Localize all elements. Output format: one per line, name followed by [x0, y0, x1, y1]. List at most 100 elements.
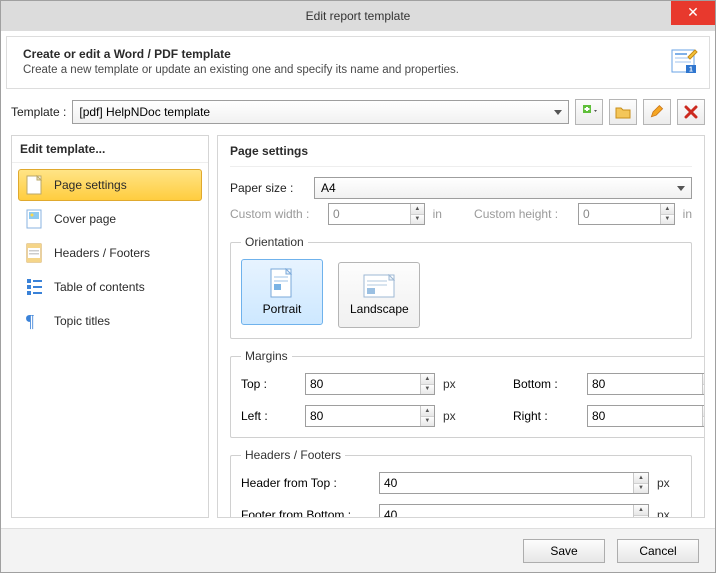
custom-width-input: ▲▼	[328, 203, 425, 225]
sidebar-item-label: Table of contents	[54, 280, 145, 294]
step-up-icon[interactable]: ▲	[703, 374, 705, 385]
margin-left-input[interactable]: ▲▼	[305, 405, 435, 427]
headers-footers-icon	[26, 243, 44, 263]
template-row: Template : [pdf] HelpNDoc template	[1, 89, 715, 131]
margin-top-label: Top :	[241, 377, 297, 391]
sidebar-item-cover-page[interactable]: Cover page	[18, 203, 202, 235]
custom-height-input: ▲▼	[578, 203, 675, 225]
paper-size-row: Paper size : A4	[230, 177, 692, 199]
sidebar-list: Page settings Cover page Headers / Foote…	[12, 163, 208, 343]
header-title: Create or edit a Word / PDF template	[23, 47, 693, 61]
header-from-top-label: Header from Top :	[241, 476, 371, 490]
delete-button[interactable]	[677, 99, 705, 125]
cancel-button[interactable]: Cancel	[617, 539, 699, 563]
step-down-icon[interactable]: ▼	[703, 385, 705, 395]
sidebar-item-label: Cover page	[54, 212, 116, 226]
unit-in: in	[433, 207, 442, 221]
title-bar: Edit report template ✕	[1, 1, 715, 31]
template-value: [pdf] HelpNDoc template	[79, 105, 210, 119]
orientation-group: Orientation Portrait Landscape	[230, 235, 692, 339]
unit-in: in	[683, 207, 692, 221]
custom-width-label: Custom width :	[230, 207, 320, 221]
step-up-icon: ▲	[661, 204, 674, 215]
window-title: Edit report template	[306, 9, 411, 23]
step-down-icon[interactable]: ▼	[634, 484, 648, 494]
sidebar-item-headers-footers[interactable]: Headers / Footers	[18, 237, 202, 269]
step-up-icon[interactable]: ▲	[421, 406, 434, 417]
margin-bottom-field[interactable]	[588, 374, 702, 394]
sidebar-item-toc[interactable]: Table of contents	[18, 271, 202, 303]
svg-text:1: 1	[689, 67, 693, 74]
custom-width-field	[329, 204, 410, 224]
sidebar-item-label: Topic titles	[54, 314, 110, 328]
custom-height-field	[579, 204, 660, 224]
sidebar-title: Edit template...	[12, 136, 208, 163]
paragraph-icon: ¶	[26, 311, 44, 331]
margin-left-label: Left :	[241, 409, 297, 423]
open-folder-button[interactable]	[609, 99, 637, 125]
orientation-legend: Orientation	[241, 235, 308, 249]
template-label: Template :	[11, 105, 66, 119]
paper-size-select[interactable]: A4	[314, 177, 692, 199]
footer-from-bottom-field[interactable]	[380, 505, 633, 518]
unit-px: px	[657, 476, 681, 490]
new-template-button[interactable]	[575, 99, 603, 125]
sidebar-item-label: Page settings	[54, 178, 127, 192]
template-select[interactable]: [pdf] HelpNDoc template	[72, 100, 569, 124]
save-button[interactable]: Save	[523, 539, 605, 563]
main-panel: Page settings Paper size : A4 Custom wid…	[217, 135, 705, 518]
portrait-button[interactable]: Portrait	[241, 259, 323, 325]
header-from-top-input[interactable]: ▲▼	[379, 472, 649, 494]
main-title: Page settings	[230, 142, 692, 167]
step-down-icon: ▼	[411, 215, 424, 225]
landscape-label: Landscape	[350, 302, 409, 316]
step-up-icon[interactable]: ▲	[421, 374, 434, 385]
portrait-label: Portrait	[263, 302, 302, 316]
header-from-top-field[interactable]	[380, 473, 633, 493]
margin-right-label: Right :	[513, 409, 579, 423]
content-area: Edit template... Page settings Cover pag…	[1, 131, 715, 528]
dialog-window: Edit report template ✕ Create or edit a …	[0, 0, 716, 573]
margin-right-input[interactable]: ▲▼	[587, 405, 705, 427]
step-up-icon[interactable]: ▲	[703, 406, 705, 417]
cover-page-icon	[26, 209, 44, 229]
step-down-icon[interactable]: ▼	[421, 417, 434, 427]
margin-bottom-input[interactable]: ▲▼	[587, 373, 705, 395]
close-button[interactable]: ✕	[671, 1, 715, 25]
margin-bottom-label: Bottom :	[513, 377, 579, 391]
margin-top-field[interactable]	[306, 374, 420, 394]
toc-icon	[26, 277, 44, 297]
sidebar-item-label: Headers / Footers	[54, 246, 150, 260]
sidebar: Edit template... Page settings Cover pag…	[11, 135, 209, 518]
step-up-icon[interactable]: ▲	[634, 505, 648, 516]
custom-height-label: Custom height :	[474, 207, 570, 221]
chevron-down-icon	[554, 110, 562, 115]
margin-top-input[interactable]: ▲▼	[305, 373, 435, 395]
sidebar-item-page-settings[interactable]: Page settings	[18, 169, 202, 201]
edit-pencil-button[interactable]	[643, 99, 671, 125]
step-down-icon[interactable]: ▼	[634, 516, 648, 519]
margins-legend: Margins	[241, 349, 292, 363]
hf-legend: Headers / Footers	[241, 448, 345, 462]
unit-px: px	[443, 377, 467, 391]
unit-px: px	[657, 508, 681, 518]
sidebar-item-topic-titles[interactable]: ¶ Topic titles	[18, 305, 202, 337]
chevron-down-icon	[677, 186, 685, 191]
headers-footers-group: Headers / Footers Header from Top : ▲▼ p…	[230, 448, 692, 518]
header-panel: Create or edit a Word / PDF template Cre…	[6, 36, 710, 89]
unit-px: px	[443, 409, 467, 423]
paper-size-value: A4	[321, 181, 336, 195]
margin-right-field[interactable]	[588, 406, 702, 426]
margin-left-field[interactable]	[306, 406, 420, 426]
footer-from-bottom-label: Footer from Bottom :	[241, 508, 371, 518]
template-edit-icon: 1	[671, 47, 699, 75]
step-down-icon[interactable]: ▼	[421, 385, 434, 395]
portrait-icon	[270, 268, 294, 298]
step-down-icon[interactable]: ▼	[703, 417, 705, 427]
header-subtitle: Create a new template or update an exist…	[23, 64, 693, 76]
paper-size-label: Paper size :	[230, 181, 306, 195]
step-up-icon[interactable]: ▲	[634, 473, 648, 484]
footer-from-bottom-input[interactable]: ▲▼	[379, 504, 649, 518]
landscape-button[interactable]: Landscape	[338, 262, 420, 328]
page-icon	[26, 175, 44, 195]
